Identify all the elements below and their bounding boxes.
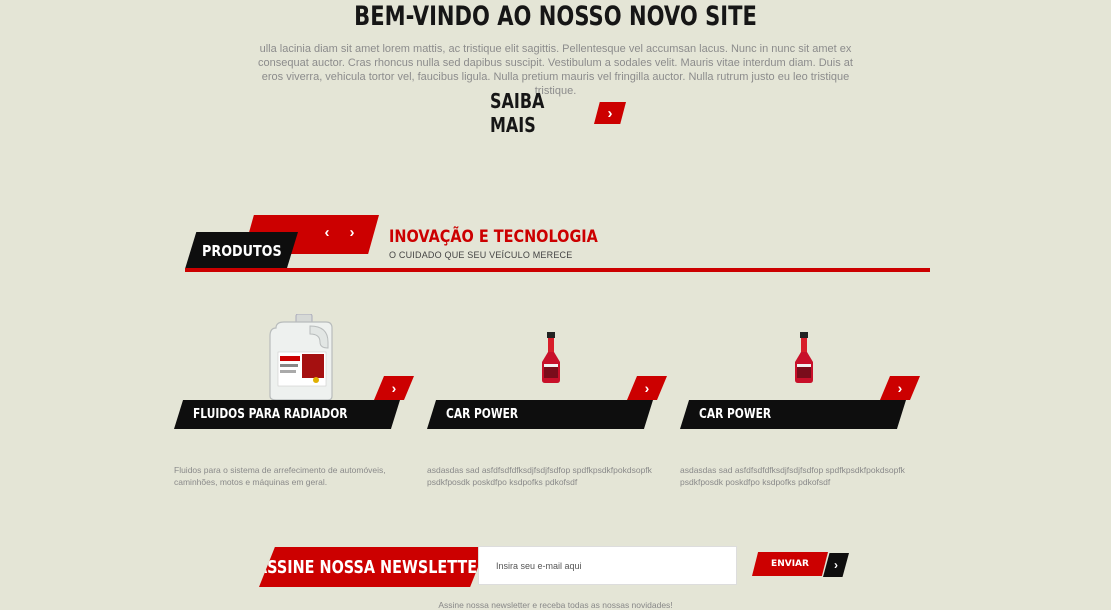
products-tag-label: PRODUTOS — [201, 241, 282, 260]
newsletter-submit-button[interactable]: ENVIAR — [752, 552, 828, 576]
coolant-jug-image — [269, 314, 333, 401]
red-bottle-image — [795, 332, 813, 383]
product-name-bar[interactable]: CAR POWER — [680, 400, 906, 429]
product-name: CAR POWER — [446, 407, 519, 422]
product-go-button[interactable]: › — [880, 376, 920, 400]
newsletter-title: ASSINE NOSSA NEWSLETTER — [256, 556, 489, 578]
product-card: › CAR POWER asdasdas sad asfdfsdfdfksdjf… — [427, 300, 672, 500]
newsletter-tag: ASSINE NOSSA NEWSLETTER — [259, 547, 486, 587]
product-go-button[interactable]: › — [374, 376, 414, 400]
carousel-next-button[interactable]: › — [343, 224, 361, 242]
saiba-mais-label: SAIBA MAIS — [490, 89, 545, 137]
product-name: CAR POWER — [699, 407, 772, 422]
chevron-right-icon: › — [897, 380, 903, 396]
hero-title: BEM-VINDO AO NOSSO NOVO SITE — [354, 1, 757, 32]
product-name: FLUIDOS PARA RADIADOR — [193, 407, 348, 422]
newsletter-submit-label: ENVIAR — [771, 559, 809, 569]
red-bottle-image — [542, 332, 560, 383]
newsletter-email-input[interactable] — [478, 546, 737, 585]
section-subtitle: O CUIDADO QUE SEU VEÍCULO MERECE — [389, 250, 573, 260]
product-description: Fluidos para o sistema de arrefecimento … — [174, 465, 386, 487]
products-tag: PRODUTOS — [185, 232, 298, 269]
saiba-mais-button[interactable]: SAIBA MAIS › — [490, 89, 626, 137]
chevron-right-icon: › — [644, 380, 650, 396]
product-go-button[interactable]: › — [627, 376, 667, 400]
product-description: asdasdas sad asfdfsdfdfksdjfsdjfsdfop sp… — [427, 465, 652, 487]
product-name-bar[interactable]: FLUIDOS PARA RADIADOR — [174, 400, 400, 429]
carousel-prev-button[interactable]: ‹ — [318, 224, 336, 242]
chevron-right-icon: › — [391, 380, 397, 396]
product-name-bar[interactable]: CAR POWER — [427, 400, 653, 429]
chevron-right-icon[interactable]: › — [823, 553, 849, 577]
section-title: INOVAÇÃO E TECNOLOGIA — [389, 227, 598, 247]
chevron-right-icon[interactable]: › — [594, 102, 626, 124]
product-description: asdasdas sad asfdfsdfdfksdjfsdjfsdfop sp… — [680, 465, 905, 487]
section-divider — [185, 268, 930, 272]
product-card: › FLUIDOS PARA RADIADOR Fluidos para o s… — [174, 300, 419, 500]
product-card: › CAR POWER asdasdas sad asfdfsdfdfksdjf… — [680, 300, 925, 500]
